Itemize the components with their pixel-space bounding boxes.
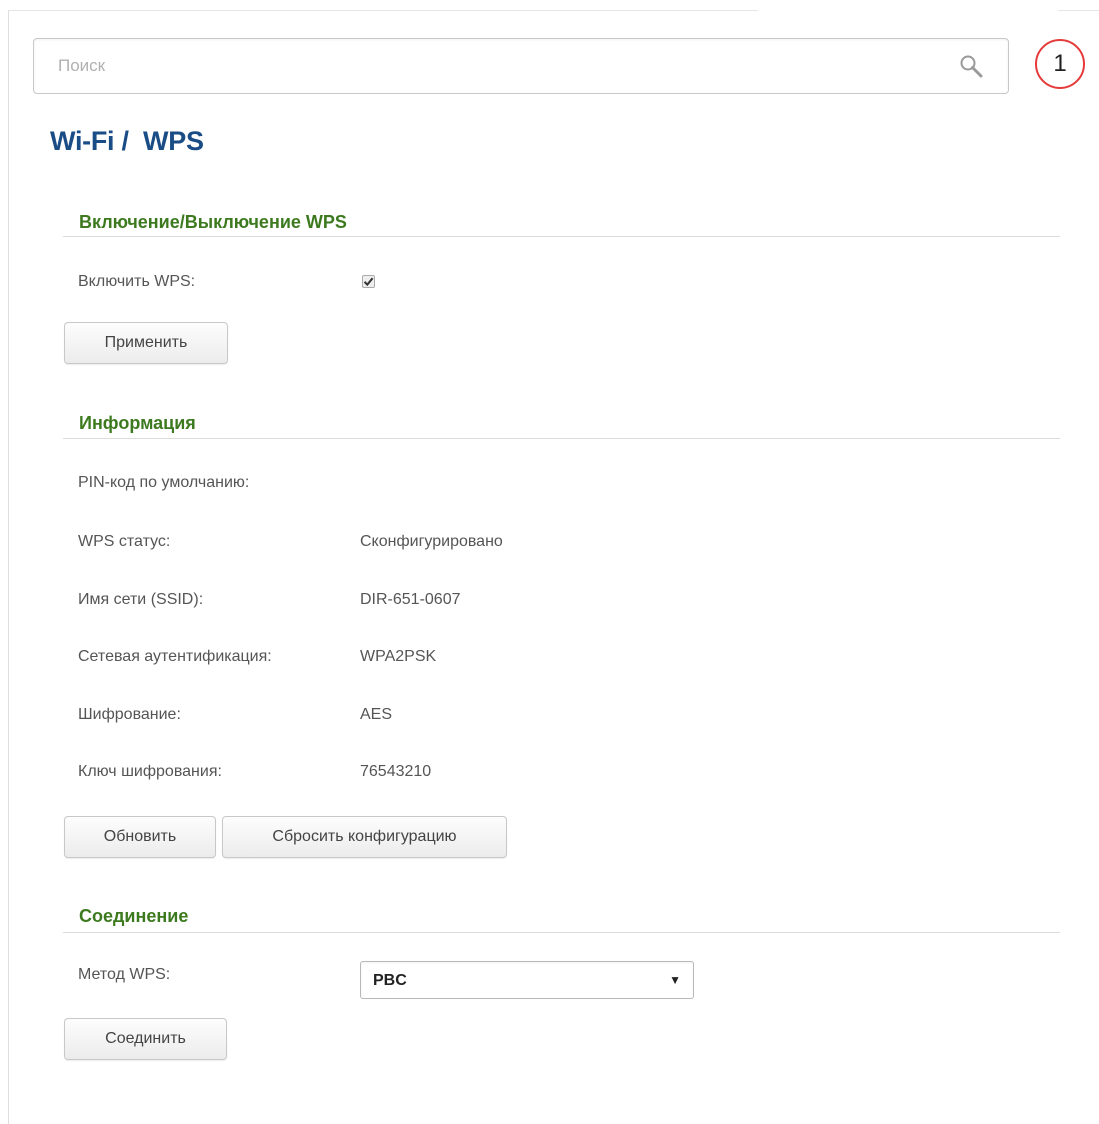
search-input[interactable] [34, 39, 958, 93]
section-divider [63, 236, 1060, 237]
search-box[interactable] [33, 38, 1009, 94]
info-label-ssid: Имя сети (SSID): [78, 591, 204, 608]
content-frame [8, 10, 1099, 1124]
section-divider [63, 438, 1060, 439]
checkmark-icon [363, 277, 374, 287]
info-value-key: 76543210 [360, 763, 432, 780]
info-label-auth: Сетевая аутентификация: [78, 648, 272, 665]
apply-button[interactable]: Применить [64, 322, 228, 364]
wps-method-value: PBC [373, 972, 407, 989]
dropdown-arrow-icon: ▼ [669, 973, 681, 987]
breadcrumb-separator: / [121, 126, 129, 156]
wps-method-select[interactable]: PBC ▼ [360, 961, 694, 999]
reset-config-button-label: Сбросить конфигурацию [272, 828, 457, 845]
page-title: Wi-Fi / WPS [50, 126, 204, 157]
info-value-ssid: DIR-651-0607 [360, 591, 461, 608]
info-value-encryption: AES [360, 706, 393, 723]
notification-count: 1 [1053, 50, 1067, 77]
wps-method-label: Метод WPS: [78, 966, 171, 983]
connect-button-label: Соединить [105, 1030, 186, 1047]
top-tab-notch [758, 0, 1058, 24]
search-icon[interactable] [958, 53, 986, 81]
refresh-button-label: Обновить [103, 828, 177, 845]
info-label-encryption: Шифрование: [78, 706, 181, 723]
info-label-key: Ключ шифрования: [78, 763, 222, 780]
enable-section-title: Включение/Выключение WPS [79, 212, 347, 232]
info-section-title: Информация [79, 413, 196, 433]
section-divider [63, 932, 1060, 933]
apply-button-label: Применить [104, 334, 188, 351]
breadcrumb-section[interactable]: Wi-Fi [50, 126, 115, 156]
connect-section-title: Соединение [79, 906, 189, 926]
breadcrumb-page: WPS [143, 126, 204, 156]
reset-config-button[interactable]: Сбросить конфигурацию [222, 816, 507, 858]
info-value-status: Сконфигурировано [360, 533, 503, 550]
notification-badge[interactable]: 1 [1035, 39, 1085, 89]
enable-wps-checkbox[interactable] [362, 275, 375, 288]
connect-button[interactable]: Соединить [64, 1018, 227, 1060]
info-label-pin: PIN-код по умолчанию: [78, 474, 250, 491]
enable-wps-label: Включить WPS: [78, 273, 196, 290]
refresh-button[interactable]: Обновить [64, 816, 216, 858]
info-value-auth: WPA2PSK [360, 648, 437, 665]
info-label-status: WPS статус: [78, 533, 171, 550]
